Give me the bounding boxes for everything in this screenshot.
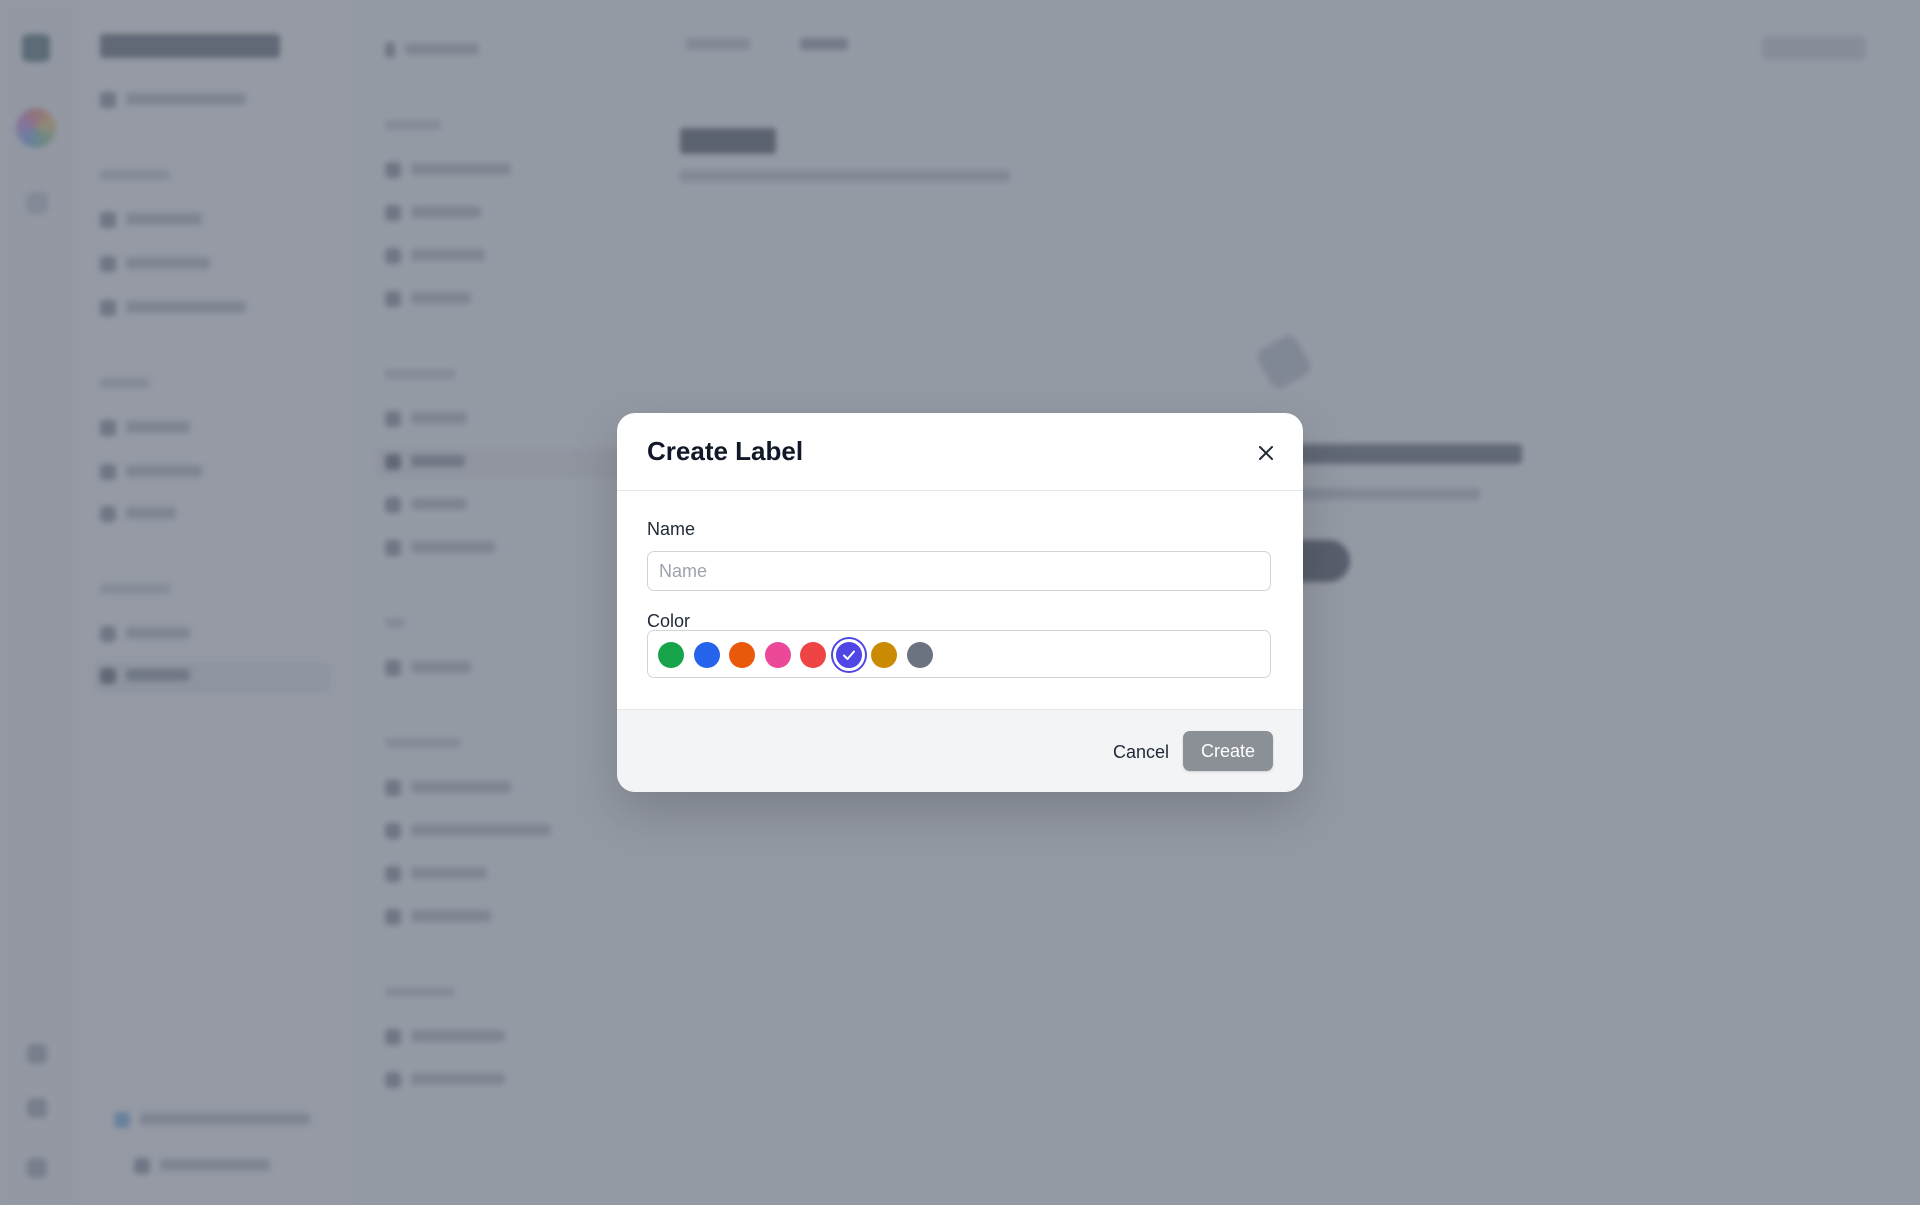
- color-swatch-indigo[interactable]: [832, 639, 865, 671]
- color-swatch-blue[interactable]: [693, 642, 720, 668]
- name-input[interactable]: [647, 551, 1271, 591]
- create-label-dialog: Create Label Name Color Cancel Create: [617, 413, 1303, 792]
- color-swatch-red[interactable]: [800, 642, 826, 668]
- dialog-header: Create Label: [617, 413, 1303, 491]
- color-swatch-orange[interactable]: [729, 642, 755, 668]
- check-icon: [842, 650, 855, 660]
- cancel-button[interactable]: Cancel: [1107, 732, 1175, 770]
- dialog-title: Create Label: [647, 436, 804, 466]
- color-swatch-pink[interactable]: [764, 642, 791, 668]
- close-icon: [1259, 446, 1273, 460]
- close-button[interactable]: [1255, 442, 1277, 464]
- color-swatch-green[interactable]: [658, 642, 684, 668]
- color-picker: [647, 630, 1271, 678]
- color-swatch-gray[interactable]: [906, 642, 933, 668]
- dialog-footer: Cancel Create: [617, 709, 1303, 792]
- create-button[interactable]: Create: [1183, 731, 1273, 771]
- name-label: Name: [647, 519, 696, 539]
- color-label: Color: [647, 611, 691, 631]
- color-swatch-yellow[interactable]: [871, 642, 897, 668]
